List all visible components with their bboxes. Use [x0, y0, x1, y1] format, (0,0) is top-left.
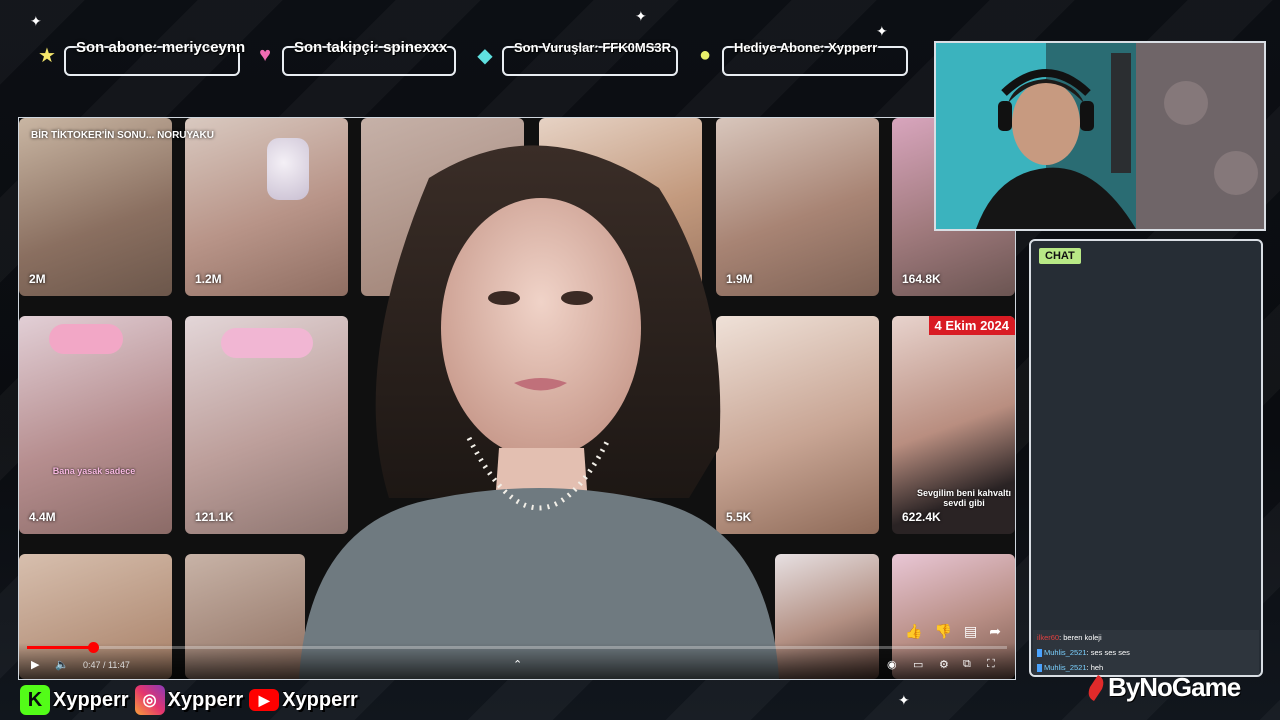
dislike-icon[interactable]: 👎 [935, 623, 952, 640]
progress-handle[interactable] [87, 642, 99, 653]
chat-username: ilker60 [1037, 632, 1060, 642]
video-thumbnail[interactable]: Bana yasak sadece 4.4M [19, 316, 172, 534]
sparkle-decor: ✦ [898, 692, 910, 708]
fullscreen-icon[interactable]: ⛶ [987, 658, 995, 671]
thumbnail-caption: Bana yasak sadece [52, 466, 136, 476]
brand-name: ByNoGame [1108, 672, 1241, 702]
chat-username: Muhlis_2521 [1044, 662, 1087, 672]
instagram-username: Xypperr [167, 688, 244, 711]
star-icon: ★ [38, 44, 56, 67]
share-icon[interactable]: ➦ [989, 623, 1001, 640]
video-action-icons: 👍 👎 ▤ ➦ [905, 623, 1001, 640]
last-follower-alert: ♥ Son takipçi: spinexxx [254, 38, 456, 76]
social-links: K Xypperr ◎ Xypperr ▶ Xypperr [20, 685, 364, 715]
subtitles-icon[interactable]: ▭ [913, 658, 923, 671]
last-hit-alert: ◆ Son Vuruşlar: FFK0MS3R [474, 39, 678, 76]
view-count: 164.8K [902, 272, 941, 286]
center-portrait [299, 145, 779, 679]
headband [49, 324, 123, 354]
video-thumbnail[interactable]: 2M [19, 118, 172, 296]
sparkle-decor: ✦ [635, 8, 647, 24]
chevron-up-icon[interactable]: ⌃ [513, 658, 522, 671]
chat-message: Muhlis_2521: ses ses ses [1033, 645, 1259, 660]
view-count: 121.1K [195, 510, 234, 524]
sparkle-decor: ✦ [30, 13, 42, 29]
chat-text: : ses ses ses [1086, 647, 1130, 657]
instagram-link: ◎ Xypperr [134, 685, 244, 715]
comment-icon[interactable]: ▤ [964, 623, 977, 640]
youtube-link: ▶ Xypperr [249, 689, 358, 712]
progress-fill [27, 646, 93, 649]
last-follower-text: Son takipçi: spinexxx [294, 38, 448, 56]
progress-bar[interactable] [27, 642, 1007, 653]
youtube-icon: ▶ [249, 689, 280, 711]
kick-badge-icon [1037, 664, 1042, 672]
kick-username: Xypperr [53, 688, 129, 711]
bynogame-logo: ByNoGame [1084, 672, 1241, 703]
chat-message: ilker60: beren koleji [1033, 630, 1259, 645]
kick-icon: K [20, 685, 50, 715]
video-title: BİR TİKTOKER'İN SONU... NORUYAKU [31, 130, 214, 141]
view-count: 1.2M [195, 272, 222, 286]
chat-text: : beren koleji [1059, 632, 1102, 642]
autoplay-icon[interactable]: ◉ [887, 658, 897, 671]
chat-header: CHAT [1039, 248, 1081, 264]
sparkle-decor: ✦ [876, 23, 888, 39]
video-player[interactable]: 2M 1.2M 1.9M 164.8K Bana yasak sadece 4.… [18, 117, 1016, 680]
chat-text: : heh [1086, 662, 1104, 672]
instagram-icon: ◎ [134, 685, 165, 715]
last-subscriber-alert: ★ Son abone: meriyceynn [36, 39, 245, 76]
date-badge: 4 Ekim 2024 [928, 316, 1015, 335]
bynogame-logo-icon [1088, 674, 1104, 701]
like-icon[interactable]: 👍 [905, 623, 922, 640]
webcam-feed [934, 41, 1266, 231]
cast-icon[interactable]: ⧉ [963, 658, 971, 671]
view-count: 622.4K [902, 510, 941, 524]
webcam-image [936, 43, 1264, 229]
volume-icon[interactable]: 🔈 [55, 658, 69, 671]
view-count: 4.4M [29, 510, 56, 524]
kick-badge-icon [1037, 648, 1042, 657]
chat-panel: CHAT ilker60: beren koleji Muhlis_2521: … [1029, 239, 1263, 677]
time-display: 0:47 / 11:47 [83, 660, 130, 670]
thumbnail-caption: Sevgilim beni kahvaltı sevdi gibi [916, 488, 1012, 508]
view-count: 2M [29, 272, 46, 286]
ball-icon: ● [698, 43, 712, 66]
chat-username: Muhlis_2521 [1044, 647, 1087, 657]
youtube-username: Xypperr [282, 688, 358, 711]
chat-messages: ilker60: beren koleji Muhlis_2521: ses s… [1033, 629, 1259, 675]
settings-icon[interactable]: ⚙ [939, 658, 949, 671]
gift-sub-alert: ● Hediye Abone: Xypperr [694, 39, 908, 76]
play-icon[interactable]: ▶ [31, 658, 39, 671]
video-thumbnail[interactable]: 4 Ekim 2024 Sevgilim beni kahvaltı sevdi… [892, 316, 1015, 534]
kick-link: K Xypperr [20, 685, 129, 715]
diamond-icon: ◆ [477, 44, 493, 67]
heart-icon: ♥ [259, 43, 271, 66]
last-hit-text: Son Vuruşlar: FFK0MS3R [514, 39, 671, 55]
gift-sub-text: Hediye Abone: Xypperr [734, 39, 878, 55]
last-subscriber-text: Son abone: meriyceynn [76, 38, 246, 56]
